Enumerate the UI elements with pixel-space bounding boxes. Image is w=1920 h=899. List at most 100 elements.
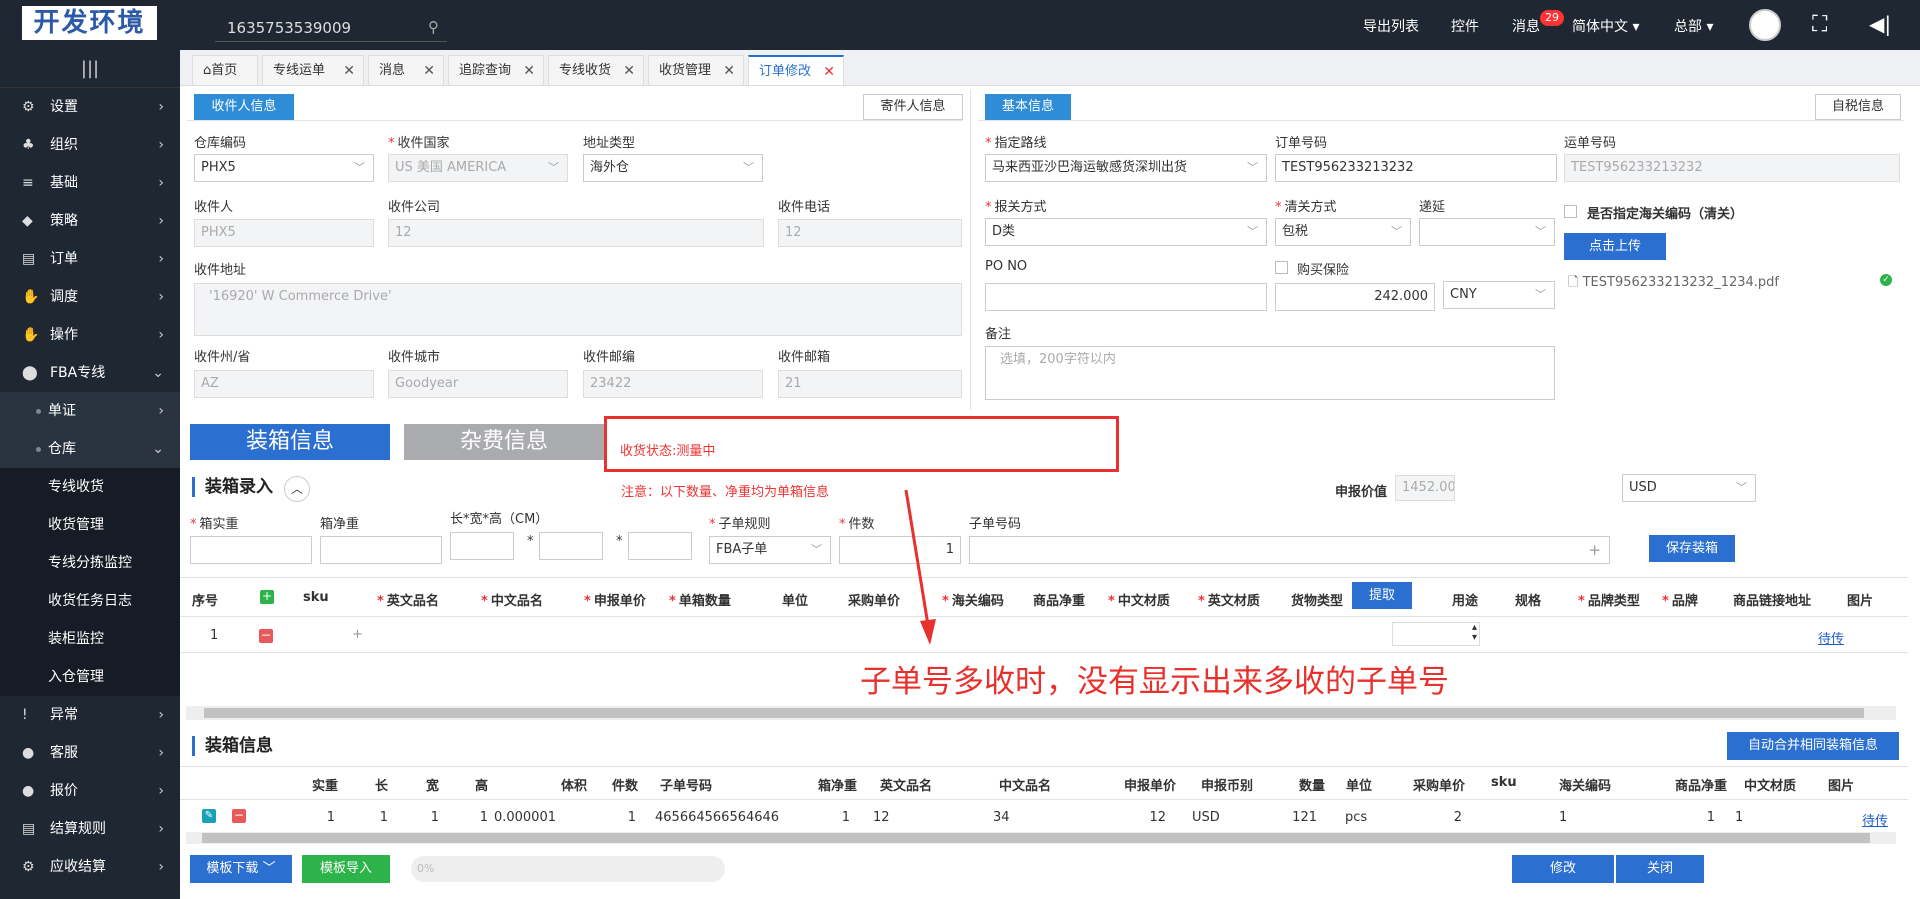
route-select[interactable]: 马来西亚沙巴海运敏感货深圳出货 ﹀ — [985, 154, 1267, 182]
messages-link[interactable]: 消息 29 — [1512, 10, 1564, 36]
tab-home[interactable]: ⌂首页 — [192, 55, 258, 86]
sub-rule-select[interactable]: FBA子单 ﹀ — [709, 536, 831, 564]
customs-method-select[interactable]: D类 ﹀ — [985, 218, 1267, 246]
fullscreen-icon[interactable]: ⛶ — [1812, 12, 1827, 37]
extract-button[interactable]: 提取 — [1352, 582, 1412, 609]
sidebar-item-3[interactable]: ◆ 策略 › — [0, 202, 180, 240]
sidebar-bottom-3[interactable]: ▤ 结算规则 › — [0, 810, 180, 848]
remove-row-icon[interactable]: − — [259, 629, 273, 643]
email-field[interactable]: 21 — [778, 370, 962, 398]
width-field[interactable] — [539, 532, 603, 560]
net-weight-field[interactable] — [320, 536, 442, 564]
sidebar-item-1[interactable]: ♣ 组织 › — [0, 126, 180, 164]
language-select[interactable]: 简体中文 ▾ — [1572, 16, 1639, 36]
misc-fee-tab[interactable]: 杂费信息 — [404, 424, 604, 460]
country-select[interactable]: US 美国 AMERICA ﹀ — [388, 154, 568, 182]
close-icon[interactable]: ✕ — [523, 56, 535, 86]
sidebar-item-2[interactable]: ≡ 基础 › — [0, 164, 180, 202]
length-field[interactable] — [450, 532, 514, 560]
clearance-select[interactable]: 包税 ﹀ — [1275, 218, 1411, 246]
declared-value-field[interactable]: 1452.00 — [1395, 475, 1455, 501]
hs-specify-checkbox[interactable] — [1564, 205, 1577, 218]
sidebar-bottom-1[interactable]: ● 客服 › — [0, 734, 180, 772]
sidebar-leaf-1[interactable]: 收货管理 — [0, 506, 180, 544]
sidebar-bottom-4[interactable]: ⚙ 应收结算 › — [0, 848, 180, 886]
sender-info-tab[interactable]: 寄件人信息 — [863, 94, 963, 120]
horizontal-scrollbar[interactable] — [186, 706, 1896, 720]
sidebar-leaf-3[interactable]: 收货任务日志 — [0, 582, 180, 620]
upload-picture-link[interactable]: 待传 — [1862, 810, 1888, 829]
waybill-field[interactable]: TEST956233213232 — [1564, 154, 1900, 182]
delete-row-icon[interactable]: − — [232, 809, 246, 823]
zip-field[interactable]: 23422 — [583, 370, 763, 398]
close-icon[interactable]: ✕ — [423, 56, 435, 86]
tax-info-tab[interactable]: 自税信息 — [1815, 94, 1901, 120]
address-field[interactable]: '16920' W Commerce Drive' — [194, 283, 962, 336]
phone-field[interactable]: 12 — [778, 219, 962, 247]
scrollbar-thumb[interactable] — [204, 708, 1864, 718]
city-field[interactable]: Goodyear — [388, 370, 568, 398]
tab-receiving[interactable]: 专线收货 ✕ — [548, 55, 644, 86]
horizontal-scrollbar-2[interactable] — [186, 832, 1896, 844]
collapse-up-icon[interactable]: ︿ — [284, 476, 310, 502]
height-field[interactable] — [628, 532, 692, 560]
remark-field[interactable]: 选填，200字符以内 — [985, 346, 1555, 400]
template-import-button[interactable]: 模板导入 — [302, 855, 390, 883]
sidebar-item-0[interactable]: ⚙ 设置 › — [0, 88, 180, 126]
tab-order-edit[interactable]: 订单修改 ✕ — [748, 55, 844, 86]
receiver-info-tab[interactable]: 收件人信息 — [194, 94, 294, 120]
sidebar-leaf-5[interactable]: 入仓管理 — [0, 658, 180, 696]
sidebar-sub-docs[interactable]: 单证 › — [0, 392, 180, 430]
insurance-amount-field[interactable]: 242.000 — [1275, 283, 1435, 311]
sidebar-item-6[interactable]: ✋ 操作 › — [0, 316, 180, 354]
close-icon[interactable]: ✕ — [623, 56, 635, 86]
sidebar-item-5[interactable]: ✋ 调度 › — [0, 278, 180, 316]
add-row-icon[interactable]: + — [260, 590, 274, 604]
sidebar-item-7[interactable]: ⬤ FBA专线 ⌄ — [0, 354, 180, 392]
sidebar-leaf-4[interactable]: 装柜监控 — [0, 620, 180, 658]
edit-row-icon[interactable]: ✎ — [202, 809, 216, 823]
company-field[interactable]: 12 — [388, 219, 764, 247]
scrollbar-thumb[interactable] — [202, 833, 1870, 843]
goods-type-stepper[interactable]: ▴ ▾ — [1392, 622, 1480, 646]
close-icon[interactable]: ✕ — [723, 56, 735, 86]
menu-toggle-icon[interactable]: ||| — [0, 50, 180, 88]
declared-currency-select[interactable]: USD ﹀ — [1622, 474, 1756, 502]
insurance-checkbox[interactable] — [1275, 261, 1288, 274]
warehouse-code-select[interactable]: PHX5 ﹀ — [194, 154, 374, 182]
sidebar-bottom-0[interactable]: ! 异常 › — [0, 696, 180, 734]
controls-link[interactable]: 控件 — [1451, 16, 1479, 36]
close-icon[interactable]: ✕ — [823, 57, 835, 87]
modify-button[interactable]: 修改 — [1512, 855, 1614, 883]
upload-picture-link[interactable]: 待传 — [1818, 628, 1844, 647]
currency-select[interactable]: CNY ﹀ — [1443, 281, 1555, 309]
state-field[interactable]: AZ — [194, 370, 374, 398]
department-select[interactable]: 总部 ▾ — [1674, 16, 1713, 36]
sub-no-field[interactable]: + — [969, 536, 1610, 564]
sidebar-item-4[interactable]: ▤ 订单 › — [0, 240, 180, 278]
address-type-select[interactable]: 海外仓 ﹀ — [583, 154, 763, 182]
order-no-field[interactable]: TEST956233213232 — [1275, 154, 1557, 182]
name-field[interactable]: PHX5 — [194, 219, 374, 247]
plus-icon[interactable]: + — [352, 627, 363, 642]
basic-info-tab[interactable]: 基本信息 — [985, 94, 1071, 120]
collapse-icon[interactable]: ◀| — [1869, 12, 1891, 36]
search-icon[interactable]: ⚲ — [428, 18, 439, 36]
po-field[interactable] — [985, 283, 1267, 311]
delay-select[interactable]: ﹀ — [1419, 218, 1555, 246]
file-item[interactable]: 🗋 TEST956233213232_1234.pdf — [1568, 273, 1779, 295]
save-packing-button[interactable]: 保存装箱 — [1649, 535, 1735, 562]
close-button[interactable]: 关闭 — [1616, 855, 1704, 883]
close-icon[interactable]: ✕ — [343, 56, 355, 86]
tab-waybill[interactable]: 专线运单 ✕ — [262, 55, 364, 86]
auto-merge-button[interactable]: 自动合并相同装箱信息 — [1727, 732, 1899, 760]
template-download-button[interactable]: 模板下载 ﹀ — [190, 855, 292, 883]
tab-receiving-mgmt[interactable]: 收货管理 ✕ — [648, 55, 744, 86]
sidebar-leaf-2[interactable]: 专线分拣监控 — [0, 544, 180, 582]
sidebar-sub-warehouse[interactable]: 仓库 ⌄ — [0, 430, 180, 468]
sidebar-bottom-2[interactable]: ● 报价 › — [0, 772, 180, 810]
top-search-input[interactable]: 1635753539009 ⚲ — [215, 14, 447, 42]
tab-tracking[interactable]: 追踪查询 ✕ — [448, 55, 544, 86]
tab-messages[interactable]: 消息 ✕ — [368, 55, 444, 86]
avatar[interactable] — [1749, 9, 1781, 41]
